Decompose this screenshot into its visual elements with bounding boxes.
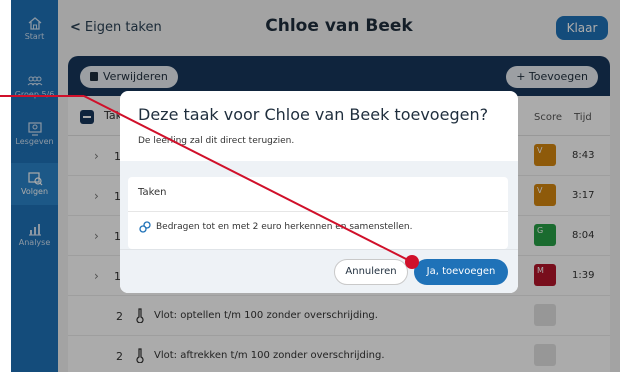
dialog-body: Taken Bedragen tot en met 2 euro herkenn… xyxy=(120,161,518,249)
dialog-footer: Annuleren Ja, toevoegen xyxy=(120,249,518,293)
dialog-message: De leerling zal dit direct terugzien. xyxy=(138,136,295,146)
coins-icon xyxy=(139,221,151,233)
task-item: Bedragen tot en met 2 euro herkennen en … xyxy=(156,222,413,232)
cancel-button[interactable]: Annuleren xyxy=(334,259,408,285)
app-window: Start Groep 5/6 Lesgeven Volgen Analyse … xyxy=(0,0,620,372)
left-margin xyxy=(0,0,11,372)
tasks-label: Taken xyxy=(138,187,167,198)
confirm-dialog: Deze taak voor Chloe van Beek toevoegen?… xyxy=(120,91,518,293)
confirm-button[interactable]: Ja, toevoegen xyxy=(414,259,508,285)
divider xyxy=(128,211,508,212)
dialog-title: Deze taak voor Chloe van Beek toevoegen? xyxy=(138,105,489,124)
tasks-box: Taken Bedragen tot en met 2 euro herkenn… xyxy=(128,177,508,249)
